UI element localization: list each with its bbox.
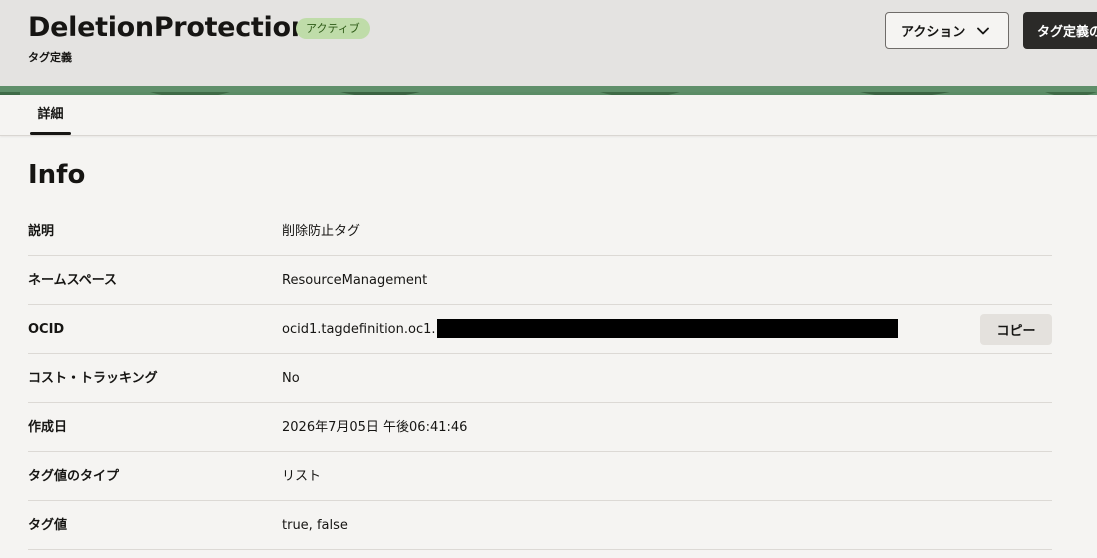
row-value-value-type: リスト: [282, 469, 322, 484]
page-title: DeletionProtection: [28, 12, 310, 43]
actions-menu-button[interactable]: アクション: [885, 12, 1009, 49]
row-value-description: 削除防止タグ: [282, 224, 361, 239]
info-table: 説明 削除防止タグ ネームスペース ResourceManagement OCI…: [28, 207, 1052, 550]
row-label-description: 説明: [28, 224, 55, 239]
actions-button-label: アクション: [901, 25, 966, 40]
table-row: コスト・トラッキング No: [28, 354, 1052, 403]
ocid-text: ocid1.tagdefinition.oc1.: [282, 322, 436, 337]
row-value-cost-tracking: No: [282, 371, 300, 386]
ocid-redaction: [436, 318, 898, 338]
row-label-namespace: ネームスペース: [28, 273, 118, 288]
page-header: DeletionProtection アクティブ タグ定義 アクション タグ定義…: [0, 0, 1097, 86]
status-badge: アクティブ: [296, 18, 370, 39]
table-row: タグ値 true, false: [28, 501, 1052, 550]
row-value-ocid: ocid1.tagdefinition.oc1.: [282, 305, 898, 354]
chevron-down-icon: [977, 27, 990, 34]
table-row: 作成日 2026年7月05日 午後06:41:46: [28, 403, 1052, 452]
row-label-ocid: OCID: [28, 322, 65, 337]
table-row: 説明 削除防止タグ: [28, 207, 1052, 256]
row-label-created: 作成日: [28, 420, 68, 435]
page-subtitle: タグ定義: [28, 51, 72, 64]
row-value-namespace: ResourceManagement: [282, 273, 428, 288]
tab-bar: 詳細: [0, 95, 1097, 136]
row-value-created: 2026年7月05日 午後06:41:46: [282, 420, 468, 435]
tab-selected-indicator: [30, 132, 71, 135]
row-label-value-type: タグ値のタイプ: [28, 469, 120, 484]
table-row: タグ値のタイプ リスト: [28, 452, 1052, 501]
row-label-tag-values: タグ値: [28, 518, 68, 533]
table-row: OCID ocid1.tagdefinition.oc1. コピー: [28, 305, 1052, 354]
row-value-tag-values: true, false: [282, 518, 348, 533]
copy-ocid-button[interactable]: コピー: [980, 314, 1052, 345]
row-label-cost-tracking: コスト・トラッキング: [28, 371, 158, 386]
info-section-title: Info: [28, 160, 86, 190]
tab-details[interactable]: 詳細: [30, 95, 71, 136]
edit-tag-definition-button[interactable]: タグ定義の: [1023, 12, 1097, 49]
table-row: ネームスペース ResourceManagement: [28, 256, 1052, 305]
decorative-banner: [0, 86, 1097, 95]
